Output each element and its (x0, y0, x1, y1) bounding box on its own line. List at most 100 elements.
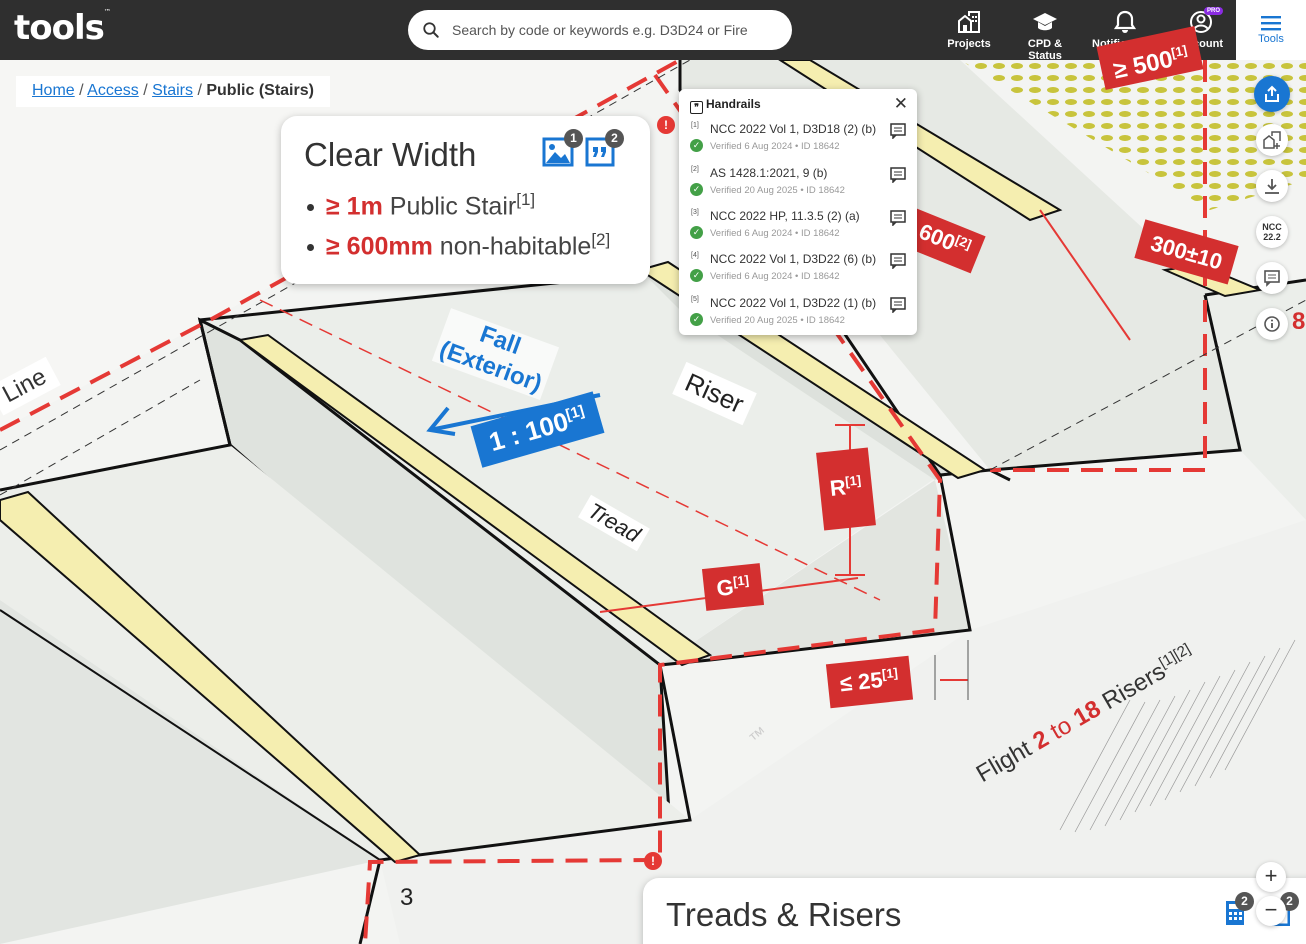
references-button[interactable]: 2 (585, 129, 624, 172)
add-to-project-button[interactable] (1256, 124, 1288, 156)
reference-code: AS 1428.1:2021, 9 (b) (710, 166, 828, 180)
requirement-text: Public Stair (389, 192, 517, 221)
handrails-popup: ❞ Handrails ✕ [1] NCC 2022 Vol 1, D3D18 (… (679, 89, 917, 335)
calculator-count-badge: 2 (1235, 892, 1254, 911)
share-button[interactable] (1254, 76, 1290, 112)
nav-tools-label: Tools (1258, 33, 1284, 45)
breadcrumb-home[interactable]: Home (32, 82, 75, 99)
reference-item[interactable]: [5] NCC 2022 Vol 1, D3D22 (1) (b) ✓ Veri… (679, 291, 917, 335)
reference-code: NCC 2022 HP, 11.3.5 (2) (a) (710, 209, 860, 223)
download-icon (1265, 179, 1279, 194)
treads-risers-title: Treads & Risers (666, 896, 902, 933)
breadcrumb-current: Public (Stairs) (206, 82, 314, 99)
menu-icon (1261, 16, 1281, 31)
reference-index: [3] (691, 209, 699, 216)
reference-link[interactable]: [1] (516, 190, 535, 209)
treads-risers-card[interactable]: Treads & Risers 2 2 (643, 878, 1306, 944)
reference-item[interactable]: [4] NCC 2022 Vol 1, D3D22 (6) (b) ✓ Veri… (679, 247, 917, 291)
comment-icon[interactable] (890, 297, 906, 313)
image-count-badge: 1 (564, 129, 583, 148)
graduation-cap-icon (1033, 13, 1057, 31)
nav-projects[interactable]: Projects (944, 0, 994, 60)
reference-verified: Verified 6 Aug 2024 • ID 18642 (710, 141, 840, 152)
reference-link[interactable]: [2] (591, 230, 610, 249)
verified-check-icon: ✓ (690, 226, 703, 239)
reference-index: [1] (691, 122, 699, 129)
reference-verified: Verified 20 Aug 2025 • ID 18642 (710, 315, 845, 326)
bell-icon (1114, 10, 1136, 33)
ncc-label: NCC (1262, 222, 1282, 232)
reference-verified: Verified 20 Aug 2025 • ID 18642 (710, 185, 845, 196)
clear-width-item: ≥ 1m Public Stair[1] (307, 190, 610, 230)
close-icon[interactable]: ✕ (894, 94, 908, 114)
reference-code: NCC 2022 Vol 1, D3D22 (1) (b) (710, 296, 877, 310)
handrails-title: Handrails (706, 97, 761, 111)
breadcrumb-separator: / (143, 82, 148, 99)
nav-projects-label: Projects (947, 38, 991, 50)
bullet (307, 204, 314, 212)
step-number: 3 (400, 884, 414, 911)
reference-code: NCC 2022 Vol 1, D3D22 (6) (b) (710, 252, 877, 266)
pro-badge: PRO (1204, 7, 1224, 15)
breadcrumb-separator: / (197, 82, 202, 99)
stair-diagram-canvas[interactable]: Line Fall (Exterior) 1 : 100[1] Riser Tr… (0, 26, 1306, 944)
clear-width-item: ≥ 600mm non-habitable[2] (307, 230, 610, 270)
info-icon (1264, 316, 1280, 332)
bullet (307, 244, 314, 252)
handrails-header: ❞ Handrails (690, 97, 761, 114)
alert-icon[interactable]: ! (657, 116, 675, 134)
buildings-icon (958, 11, 980, 33)
zoom-out-button[interactable]: − (1256, 896, 1286, 926)
download-button[interactable] (1256, 170, 1288, 202)
nav-cpd-status[interactable]: CPD & Status (1010, 0, 1080, 62)
building-add-icon (1263, 131, 1281, 149)
comment-icon[interactable] (890, 210, 906, 226)
ncc-version-button[interactable]: NCC 22.2 (1256, 216, 1288, 248)
verified-check-icon: ✓ (690, 269, 703, 282)
share-icon (1265, 85, 1279, 102)
comments-button[interactable] (1256, 262, 1288, 294)
breadcrumb-stairs[interactable]: Stairs (152, 82, 193, 99)
comment-icon (1264, 270, 1280, 287)
clear-width-card[interactable]: Clear Width 1 2 ≥ 1m Public Stair[1] ≥ 6… (281, 116, 650, 284)
nav-tools[interactable]: Tools (1236, 0, 1306, 60)
requirement-text: non-habitable (439, 232, 592, 261)
search-input[interactable] (452, 18, 772, 42)
clipped-number: 8 (1292, 308, 1306, 335)
nav-cpd-label: CPD & Status (1027, 38, 1063, 62)
ncc-version: 22.2 (1263, 232, 1281, 242)
going-dimension-label: G[1] (701, 563, 765, 611)
comment-icon[interactable] (890, 167, 906, 183)
reference-verified: Verified 6 Aug 2024 • ID 18642 (710, 271, 840, 282)
reference-code: NCC 2022 Vol 1, D3D18 (2) (b) (710, 122, 877, 136)
requirement-value: ≥ 1m (326, 192, 383, 221)
reference-index: [4] (691, 252, 699, 259)
search-icon (423, 22, 439, 38)
alert-icon[interactable]: ! (644, 852, 662, 870)
reference-item[interactable]: [1] NCC 2022 Vol 1, D3D18 (2) (b) ✓ Veri… (679, 117, 917, 161)
zoom-in-button[interactable]: + (1256, 862, 1286, 892)
verified-check-icon: ✓ (690, 313, 703, 326)
requirement-value: ≥ 600mm (326, 232, 433, 261)
nosing-dimension-label: ≤ 25[1] (825, 655, 913, 709)
reference-item[interactable]: [2] AS 1428.1:2021, 9 (b) ✓ Verified 20 … (679, 161, 917, 205)
comment-icon[interactable] (890, 123, 906, 139)
quote-count-badge: 2 (605, 129, 624, 148)
search-bar[interactable] (408, 10, 792, 50)
comment-icon[interactable] (890, 253, 906, 269)
clear-width-title: Clear Width (304, 136, 477, 173)
reference-item[interactable]: [3] NCC 2022 HP, 11.3.5 (2) (a) ✓ Verifi… (679, 204, 917, 248)
reference-index: [5] (691, 296, 699, 303)
reference-index: [2] (691, 166, 699, 173)
tools-logo[interactable]: tools™ (14, 8, 111, 48)
clear-width-list: ≥ 1m Public Stair[1] ≥ 600mm non-habitab… (307, 190, 610, 270)
riser-dimension-label: R[1] (816, 447, 876, 531)
breadcrumb: Home / Access / Stairs / Public (Stairs) (16, 76, 330, 107)
quote-icon: ❞ (690, 101, 703, 114)
verified-check-icon: ✓ (690, 183, 703, 196)
info-button[interactable] (1256, 308, 1288, 340)
images-button[interactable]: 1 (542, 129, 583, 172)
reference-verified: Verified 6 Aug 2024 • ID 18642 (710, 228, 840, 239)
calculator-button[interactable]: 2 (1225, 892, 1254, 931)
breadcrumb-access[interactable]: Access (87, 82, 139, 99)
